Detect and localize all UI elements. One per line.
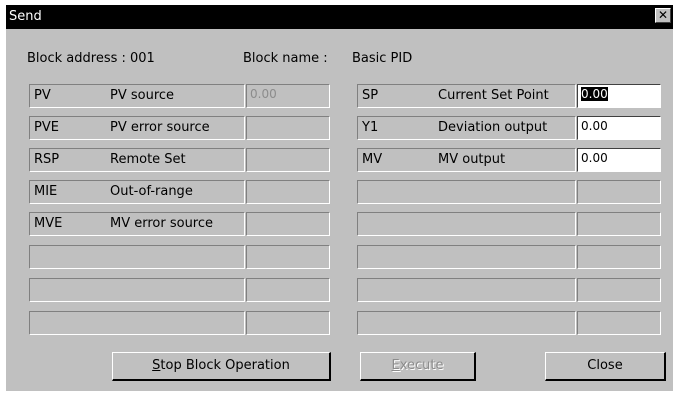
empty-value [577, 245, 661, 269]
close-button[interactable]: Close [545, 352, 666, 381]
left-row-pv: PV PV source [29, 84, 245, 108]
block-name-label: Block name : [243, 51, 328, 66]
right-row-empty [357, 180, 576, 204]
deviation-output-input[interactable]: 0.00 [577, 116, 661, 140]
empty-value [246, 245, 330, 269]
execute-mnemonic: E [391, 358, 400, 373]
block-address-label: Block address : 001 [27, 51, 155, 66]
mve-value [246, 212, 330, 236]
execute-label: xecute [399, 358, 444, 373]
row-code: SP [362, 88, 379, 103]
execute-button[interactable]: Execute [360, 352, 476, 381]
left-row-empty [29, 245, 245, 269]
right-row-mv: MV MV output [357, 148, 576, 172]
left-row-empty [29, 278, 245, 302]
row-code: MIE [34, 184, 58, 199]
left-row-rsp: RSP Remote Set [29, 148, 245, 172]
row-code: PVE [34, 120, 59, 135]
row-code: RSP [34, 152, 60, 167]
set-point-input[interactable]: 0.00 [577, 84, 661, 108]
row-desc: Deviation output [438, 120, 548, 135]
stop-block-operation-button[interactable]: Stop Block Operation [112, 352, 331, 381]
title-bar: Send ✕ [6, 5, 673, 29]
close-icon[interactable]: ✕ [655, 8, 671, 23]
window-title: Send [9, 9, 42, 24]
set-point-input-text: 0.00 [581, 87, 608, 101]
left-row-pve: PVE PV error source [29, 116, 245, 140]
row-desc: Current Set Point [438, 88, 549, 103]
row-desc: Out-of-range [110, 184, 193, 199]
empty-value [246, 278, 330, 302]
row-desc: PV error source [110, 120, 210, 135]
right-row-empty [357, 311, 576, 335]
right-row-empty [357, 278, 576, 302]
row-code: PV [34, 88, 51, 103]
left-row-mve: MVE MV error source [29, 212, 245, 236]
send-dialog: Send ✕ Block address : 001 Block name : … [6, 5, 673, 391]
empty-value [577, 180, 661, 204]
row-desc: PV source [110, 88, 175, 103]
row-code: MV [362, 152, 383, 167]
row-desc: MV output [438, 152, 506, 167]
row-desc: Remote Set [110, 152, 186, 167]
row-code: MVE [34, 216, 63, 231]
row-code: Y1 [362, 120, 379, 135]
pv-source-value: 0.00 [246, 84, 330, 108]
empty-value [577, 311, 661, 335]
mie-value [246, 180, 330, 204]
empty-value [577, 278, 661, 302]
right-row-sp: SP Current Set Point [357, 84, 576, 108]
right-row-empty [357, 245, 576, 269]
right-row-empty [357, 212, 576, 236]
rsp-value [246, 148, 330, 172]
right-row-y1: Y1 Deviation output [357, 116, 576, 140]
left-row-mie: MIE Out-of-range [29, 180, 245, 204]
pve-value [246, 116, 330, 140]
empty-value [246, 311, 330, 335]
empty-value [577, 212, 661, 236]
mv-output-input[interactable]: 0.00 [577, 148, 661, 172]
block-name-value: Basic PID [352, 51, 413, 66]
row-desc: MV error source [110, 216, 214, 231]
stop-label: top Block Operation [160, 358, 290, 373]
left-row-empty [29, 311, 245, 335]
